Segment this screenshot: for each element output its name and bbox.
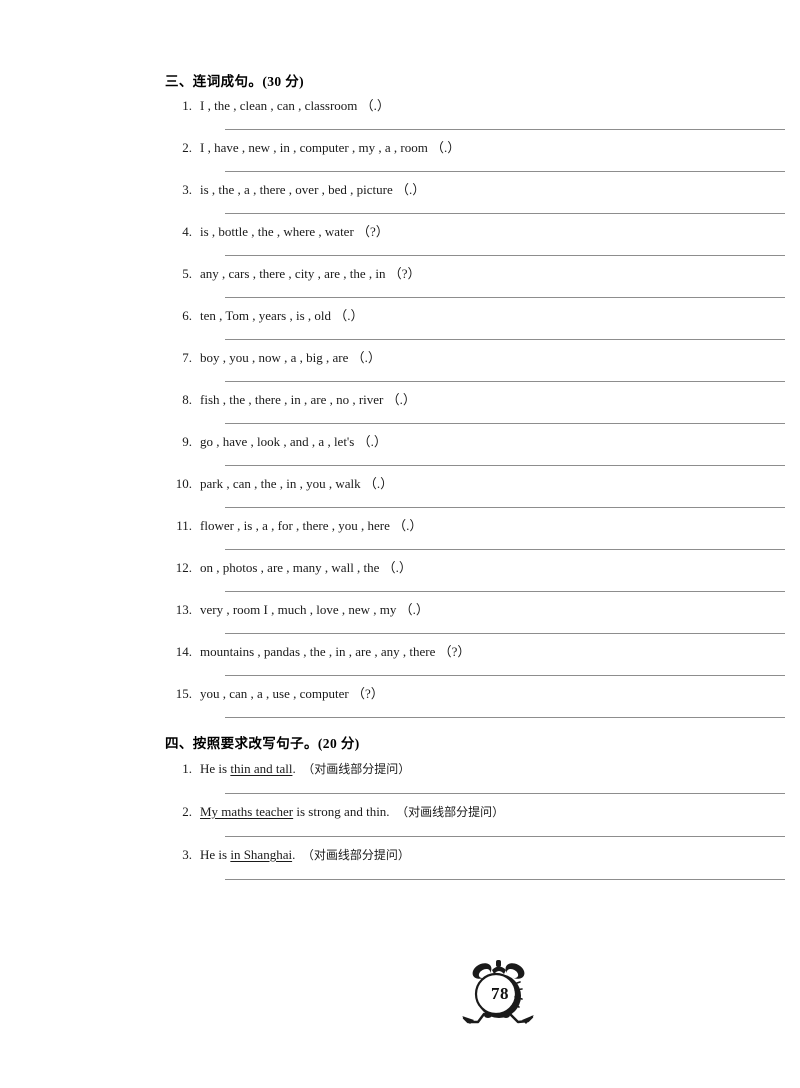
question-number: 1.: [182, 761, 192, 776]
answer-line[interactable]: [225, 465, 785, 466]
question-item: 2. I , have , new , in , computer , my ,…: [165, 138, 785, 172]
answer-line[interactable]: [225, 633, 785, 634]
question-text: go , have , look , and , a , let's （.）: [200, 434, 387, 449]
answer-line[interactable]: [225, 591, 785, 592]
question-item: 8. fish , the , there , in , are , no , …: [165, 390, 785, 424]
question-text: boy , you , now , a , big , are （.）: [200, 350, 381, 365]
underlined-phrase: My maths teacher: [200, 804, 294, 819]
sentence-suffix: .: [292, 761, 296, 776]
question-item: 4. is , bottle , the , where , water （?）: [165, 222, 785, 256]
answer-line[interactable]: [225, 793, 785, 794]
question-item: 11. flower , is , a , for , there , you …: [165, 516, 785, 550]
answer-line[interactable]: [225, 717, 785, 718]
answer-line[interactable]: [225, 549, 785, 550]
question-text: park , can , the , in , you , walk （.）: [200, 476, 394, 491]
answer-line[interactable]: [225, 339, 785, 340]
alarm-clock-icon: 78: [440, 952, 560, 1032]
question-number: 1.: [182, 98, 192, 113]
question-number: 6.: [182, 308, 192, 323]
answer-line[interactable]: [225, 171, 785, 172]
instruction-note: （对画线部分提问）: [396, 805, 505, 819]
question-item: 13. very , room I , much , love , new , …: [165, 600, 785, 634]
question-text: I , have , new , in , computer , my , a …: [200, 140, 461, 155]
question-number: 3.: [182, 182, 192, 197]
question-text: flower , is , a , for , there , you , he…: [200, 518, 423, 533]
question-item: 7. boy , you , now , a , big , are （.）: [165, 348, 785, 382]
question-item: 6. ten , Tom , years , is , old （.）: [165, 306, 785, 340]
question-text: He is thin and tall. （对画线部分提问）: [200, 761, 410, 776]
question-text: is , the , a , there , over , bed , pict…: [200, 182, 426, 197]
question-item: 9. go , have , look , and , a , let's （.…: [165, 432, 785, 466]
question-item: 3. He is in Shanghai. （对画线部分提问）: [165, 845, 785, 880]
question-number: 9.: [182, 434, 192, 449]
question-item: 2. My maths teacher is strong and thin. …: [165, 802, 785, 837]
question-number: 5.: [182, 266, 192, 281]
question-number: 2.: [182, 804, 192, 819]
question-number: 12.: [175, 560, 192, 575]
question-number: 15.: [175, 686, 192, 701]
sentence-prefix: He is: [200, 847, 231, 862]
instruction-note: （对画线部分提问）: [302, 762, 411, 776]
underlined-phrase: thin and tall: [230, 761, 293, 776]
question-text: is , bottle , the , where , water （?）: [200, 224, 389, 239]
page-content: 三、连词成句。(30 分) 1. I , the , clean , can ,…: [165, 70, 785, 888]
question-text: you , can , a , use , computer （?）: [200, 686, 384, 701]
answer-line[interactable]: [225, 129, 785, 130]
section-four-question-list: 1. He is thin and tall. （对画线部分提问） 2. My …: [165, 759, 785, 880]
answer-line[interactable]: [225, 423, 785, 424]
question-number: 10.: [175, 476, 192, 491]
question-number: 7.: [182, 350, 192, 365]
question-item: 12. on , photos , are , many , wall , th…: [165, 558, 785, 592]
worksheet-page: 三、连词成句。(30 分) 1. I , the , clean , can ,…: [0, 0, 800, 1088]
answer-line[interactable]: [225, 836, 785, 837]
question-item: 1. He is thin and tall. （对画线部分提问）: [165, 759, 785, 794]
sentence-suffix: .: [292, 847, 296, 862]
answer-line[interactable]: [225, 675, 785, 676]
answer-line[interactable]: [225, 879, 785, 880]
page-footer: 78: [0, 952, 800, 1032]
answer-line[interactable]: [225, 507, 785, 508]
question-number: 2.: [182, 140, 192, 155]
question-text: fish , the , there , in , are , no , riv…: [200, 392, 416, 407]
sentence-suffix: is strong and thin.: [293, 804, 390, 819]
question-item: 3. is , the , a , there , over , bed , p…: [165, 180, 785, 214]
question-number: 4.: [182, 224, 192, 239]
underlined-phrase: in Shanghai: [230, 847, 293, 862]
section-three-score: (30 分): [262, 74, 305, 89]
question-item: 14. mountains , pandas , the , in , are …: [165, 642, 785, 676]
question-number: 11.: [176, 518, 192, 533]
sentence-prefix: He is: [200, 761, 231, 776]
section-four-heading: 四、按照要求改写句子。(20 分): [165, 732, 785, 752]
question-item: 15. you , can , a , use , computer （?）: [165, 684, 785, 718]
question-text: on , photos , are , many , wall , the （.…: [200, 560, 412, 575]
question-text: any , cars , there , city , are , the , …: [200, 266, 421, 281]
instruction-note: （对画线部分提问）: [301, 848, 410, 862]
section-three-question-list: 1. I , the , clean , can , classroom （.）…: [165, 96, 785, 718]
question-text: He is in Shanghai. （对画线部分提问）: [200, 847, 410, 862]
question-text: My maths teacher is strong and thin. （对画…: [200, 804, 504, 819]
answer-line[interactable]: [225, 255, 785, 256]
question-item: 5. any , cars , there , city , are , the…: [165, 264, 785, 298]
answer-line[interactable]: [225, 213, 785, 214]
answer-line[interactable]: [225, 381, 785, 382]
question-item: 10. park , can , the , in , you , walk （…: [165, 474, 785, 508]
question-number: 8.: [182, 392, 192, 407]
question-number: 13.: [175, 602, 192, 617]
section-three-heading: 三、连词成句。(30 分): [165, 70, 785, 90]
section-four: 四、按照要求改写句子。(20 分) 1. He is thin and tall…: [165, 732, 785, 880]
question-text: I , the , clean , can , classroom （.）: [200, 98, 390, 113]
question-text: very , room I , much , love , new , my （…: [200, 602, 429, 617]
section-three-title: 三、连词成句。: [165, 74, 263, 90]
question-number: 14.: [175, 644, 192, 659]
question-text: ten , Tom , years , is , old （.）: [200, 308, 364, 323]
question-item: 1. I , the , clean , can , classroom （.）: [165, 96, 785, 130]
section-four-score: (20 分): [317, 736, 360, 751]
question-text: mountains , pandas , the , in , are , an…: [200, 644, 471, 659]
question-number: 3.: [182, 847, 192, 862]
answer-line[interactable]: [225, 297, 785, 298]
section-four-title: 四、按照要求改写句子。: [165, 736, 318, 752]
